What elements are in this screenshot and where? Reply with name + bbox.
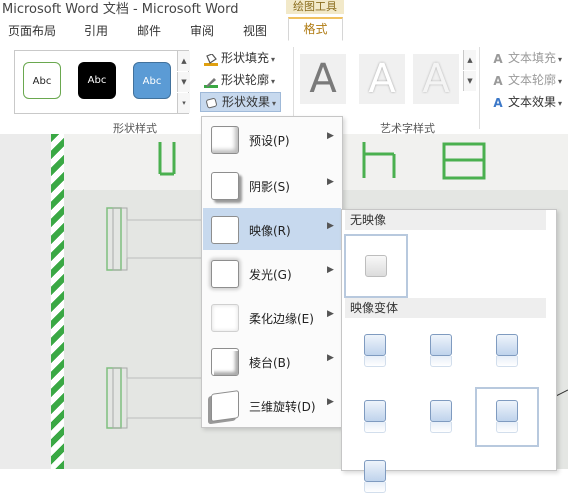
no-reflection-heading: 无映像 <box>345 210 546 230</box>
tab-format[interactable]: 格式 <box>288 17 343 41</box>
ribbon-tab-row: 页面布局 引用 邮件 审阅 视图 格式 <box>0 17 568 42</box>
tab-references[interactable]: 引用 <box>84 22 108 39</box>
no-reflection-thumb-icon <box>365 255 387 277</box>
wordart-scroll-down-icon[interactable]: ▼ <box>463 71 476 91</box>
soft-edges-icon <box>211 304 239 332</box>
shape-effects-button[interactable]: 形状效果 ▾ <box>200 92 282 112</box>
text-fill-icon: A <box>493 51 503 66</box>
text-effects-icon: A <box>493 95 503 110</box>
reflection-variations-heading: 映像变体 <box>345 298 546 318</box>
wordart-style-white[interactable]: A <box>359 54 405 104</box>
submenu-arrow-icon: ▶ <box>327 221 334 231</box>
submenu-arrow-icon: ▶ <box>327 265 334 275</box>
shape-style-swatch[interactable]: Abc <box>23 62 61 99</box>
glow-icon <box>211 260 239 288</box>
submenu-arrow-icon: ▶ <box>327 353 334 363</box>
menu-item-preset[interactable]: 预设(P) ▶ <box>203 118 341 160</box>
text-effects-button[interactable]: A 文本效果 ▾ <box>491 93 562 111</box>
paint-bucket-icon <box>204 52 218 66</box>
reflection-variant-icon[interactable] <box>364 460 386 493</box>
menu-item-3d-rotation[interactable]: 三维旋转(D) ▶ <box>203 384 341 426</box>
wordart-style-light[interactable]: A <box>413 54 459 104</box>
submenu-arrow-icon: ▶ <box>327 177 334 187</box>
shape-style-swatch[interactable]: Abc <box>133 62 171 99</box>
group-separator <box>479 47 480 129</box>
shape-outline-button[interactable]: 形状轮廓 ▾ <box>204 71 275 89</box>
reflection-variant-icon[interactable] <box>364 334 386 367</box>
gallery-scroll-down-icon[interactable]: ▼ <box>177 72 190 92</box>
green-striped-border <box>51 134 64 469</box>
shape-fill-button[interactable]: 形状填充 ▾ <box>204 49 275 67</box>
menu-item-soft-edges[interactable]: 柔化边缘(E) ▶ <box>203 296 341 338</box>
submenu-arrow-icon: ▶ <box>327 131 334 141</box>
shape-styles-gallery: Abc Abc Abc ▲ ▼ ▾ <box>14 50 190 114</box>
reflection-variant-icon[interactable] <box>364 400 386 433</box>
window-title: Microsoft Word 文档 - Microsoft Word <box>2 2 239 17</box>
menu-item-shadow[interactable]: 阴影(S) ▶ <box>203 164 341 206</box>
reflection-variant-icon[interactable] <box>496 334 518 367</box>
tab-page-layout[interactable]: 页面布局 <box>8 22 56 39</box>
tab-view[interactable]: 视图 <box>243 22 267 39</box>
reflection-submenu: 无映像 映像变体 <box>341 209 557 493</box>
wordart-style-gray[interactable]: A <box>300 54 346 104</box>
3d-rotation-icon <box>211 390 239 422</box>
submenu-arrow-icon: ▶ <box>327 309 334 319</box>
text-outline-icon: A <box>493 73 503 88</box>
tab-review[interactable]: 审阅 <box>190 22 214 39</box>
pen-outline-icon <box>204 74 218 88</box>
text-fill-button[interactable]: A 文本填充 ▾ <box>491 49 562 67</box>
submenu-arrow-icon: ▶ <box>327 397 334 407</box>
shape-effects-menu: 预设(P) ▶ 阴影(S) ▶ 映像(R) ▶ 发光(G) ▶ 柔化边缘(E) … <box>201 116 343 428</box>
shape-style-swatch[interactable]: Abc <box>78 62 116 99</box>
text-outline-button[interactable]: A 文本轮廓 ▾ <box>491 71 562 89</box>
shadow-icon <box>211 172 239 200</box>
gallery-scroll-up-icon[interactable]: ▲ <box>177 51 190 71</box>
reflection-variant-icon[interactable] <box>430 400 452 433</box>
tab-mailings[interactable]: 邮件 <box>137 22 161 39</box>
drawing-tools-context-label: 绘图工具 <box>286 0 344 14</box>
wordart-scroll-up-icon[interactable]: ▲ <box>463 50 476 70</box>
menu-item-bevel[interactable]: 棱台(B) ▶ <box>203 340 341 382</box>
menu-item-reflection[interactable]: 映像(R) ▶ <box>203 208 341 250</box>
no-reflection-option[interactable] <box>344 234 408 298</box>
title-bar: Microsoft Word 文档 - Microsoft Word 绘图工具 <box>0 0 568 17</box>
menu-item-glow[interactable]: 发光(G) ▶ <box>203 252 341 294</box>
reflection-variant-icon[interactable] <box>496 400 518 433</box>
reflection-icon <box>211 216 239 244</box>
preset-icon <box>211 126 239 154</box>
bevel-icon <box>211 348 239 376</box>
shape-effects-icon <box>205 96 219 110</box>
gallery-more-icon[interactable]: ▾ <box>177 93 190 113</box>
reflection-variant-icon[interactable] <box>430 334 452 367</box>
